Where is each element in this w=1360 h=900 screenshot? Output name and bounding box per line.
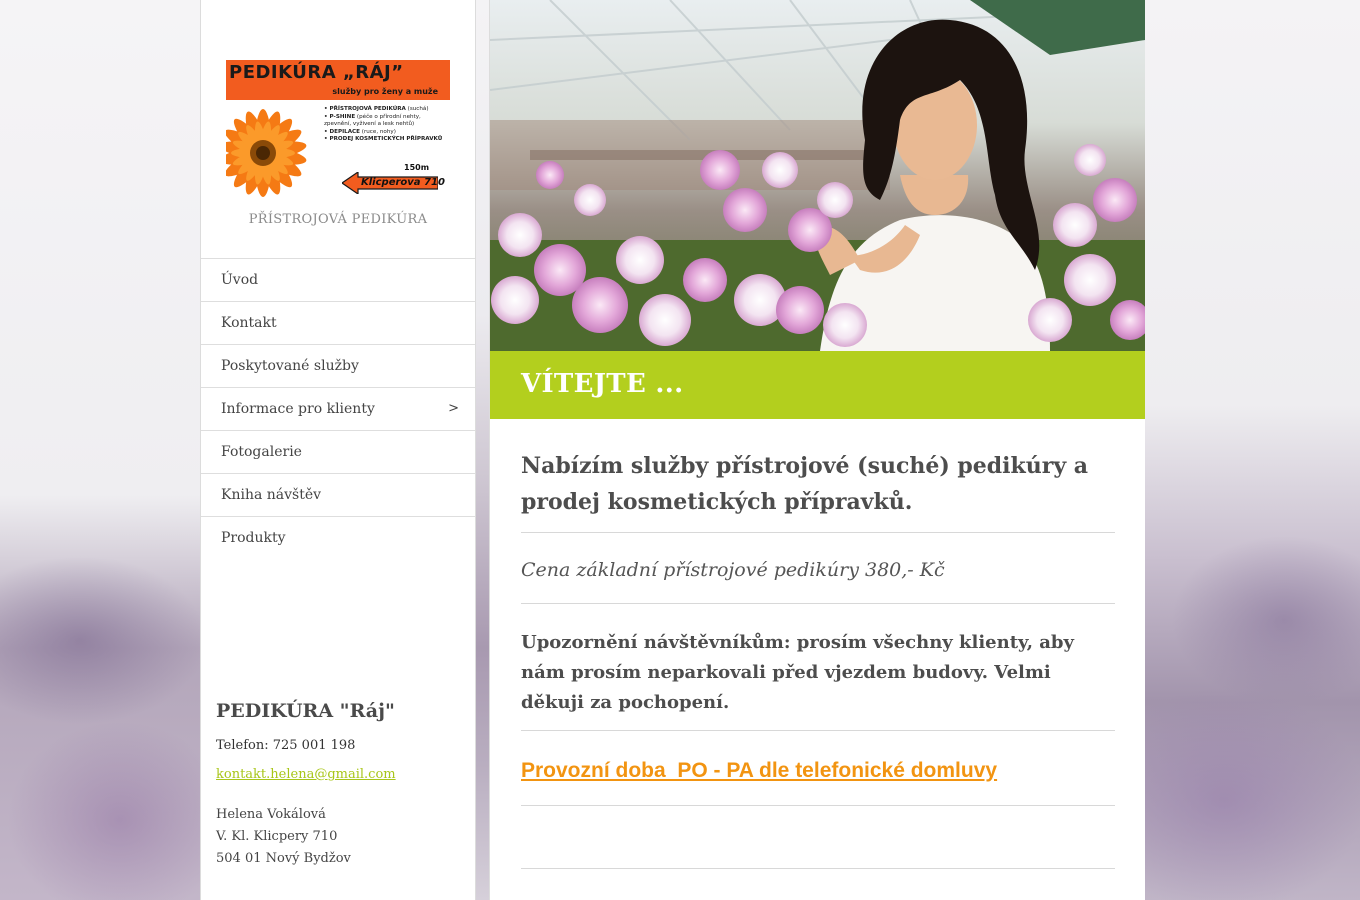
page-title: VÍTEJTE ... bbox=[521, 369, 684, 399]
contact-email-link[interactable]: kontakt.helena@gmail.com bbox=[216, 767, 466, 782]
logo-service-item: • PŘÍSTROJOVÁ PEDIKÚRA (suchá) bbox=[324, 106, 429, 112]
nav-item-informace-pro-klienty[interactable]: Informace pro klienty > bbox=[201, 387, 475, 430]
contact-block: PEDIKÚRA "Ráj" Telefon: 725 001 198 kont… bbox=[216, 700, 466, 870]
address-line: V. Kl. Klicpery 710 bbox=[216, 829, 338, 844]
contact-phone: Telefon: 725 001 198 bbox=[216, 738, 356, 753]
divider bbox=[521, 868, 1115, 869]
nav-item-kniha-navstev[interactable]: Kniha návštěv bbox=[201, 473, 475, 516]
welcome-banner: VÍTEJTE ... bbox=[490, 351, 1145, 419]
nav-item-label: Kontakt bbox=[221, 315, 277, 331]
nav-item-poskytovane-sluzby[interactable]: Poskytované služby bbox=[201, 344, 475, 387]
nav-item-label: Produkty bbox=[221, 530, 286, 546]
nav-item-label: Úvod bbox=[221, 272, 259, 288]
logo-street: Klicperova 710 bbox=[361, 177, 445, 188]
nav-item-uvod[interactable]: Úvod bbox=[201, 258, 475, 301]
divider bbox=[521, 603, 1115, 604]
nav-item-fotogalerie[interactable]: Fotogalerie bbox=[201, 430, 475, 473]
chevron-right-icon: > bbox=[448, 401, 459, 416]
main-navigation: Úvod Kontakt Poskytované služby Informac… bbox=[201, 258, 475, 559]
background-left bbox=[0, 0, 200, 900]
site-tagline: PŘÍSTROJOVÁ PEDIKÚRA bbox=[248, 212, 428, 227]
divider bbox=[521, 532, 1115, 533]
contact-title: PEDIKÚRA "Ráj" bbox=[216, 700, 395, 722]
greenhouse-woman-photo bbox=[490, 0, 1145, 351]
parking-notice: Upozornění návštěvníkům: prosím všechny … bbox=[521, 632, 1074, 713]
logo-service-item: • PRODEJ KOSMETICKÝCH PŘÍPRAVKŮ bbox=[324, 136, 443, 143]
site-logo[interactable]: PEDIKÚRA „RÁJ” služby pro ženy a muže • … bbox=[226, 60, 450, 197]
nav-item-label: Informace pro klienty bbox=[221, 401, 375, 417]
gerbera-flower-icon bbox=[226, 109, 307, 197]
intro-text: Nabízím služby přístrojové (suché) pedik… bbox=[521, 453, 1089, 515]
price-text: Cena základní přístrojové pedikúry 380,-… bbox=[521, 559, 945, 581]
logo-service-list: • PŘÍSTROJOVÁ PEDIKÚRA (suchá) • P-SHINE… bbox=[324, 106, 448, 144]
nav-item-label: Kniha návštěv bbox=[221, 487, 322, 503]
nav-item-produkty[interactable]: Produkty bbox=[201, 516, 475, 559]
divider bbox=[521, 730, 1115, 731]
opening-hours-link[interactable]: Provozní doba PO - PA dle telefonické do… bbox=[521, 759, 1115, 783]
contact-address: Helena Vokálová V. Kl. Klicpery 710 504 … bbox=[216, 804, 466, 870]
hero-image bbox=[490, 0, 1145, 351]
address-line: 504 01 Nový Bydžov bbox=[216, 851, 351, 866]
main-content: VÍTEJTE ... Nabízím služby přístrojové (… bbox=[489, 0, 1145, 900]
logo-service-item: • P-SHINE (péče o přírodní nehty, zpevně… bbox=[324, 113, 421, 128]
sidebar: PEDIKÚRA „RÁJ” služby pro ženy a muže • … bbox=[200, 0, 476, 900]
article: Nabízím služby přístrojové (suché) pedik… bbox=[521, 440, 1115, 869]
background-right bbox=[1144, 0, 1360, 900]
logo-subtitle: služby pro ženy a muže bbox=[332, 87, 438, 96]
nav-item-label: Poskytované služby bbox=[221, 358, 359, 374]
logo-title: PEDIKÚRA „RÁJ” bbox=[229, 62, 404, 83]
logo-distance: 150m bbox=[404, 163, 430, 172]
nav-item-kontakt[interactable]: Kontakt bbox=[201, 301, 475, 344]
nav-item-label: Fotogalerie bbox=[221, 444, 302, 460]
address-line: Helena Vokálová bbox=[216, 807, 326, 822]
